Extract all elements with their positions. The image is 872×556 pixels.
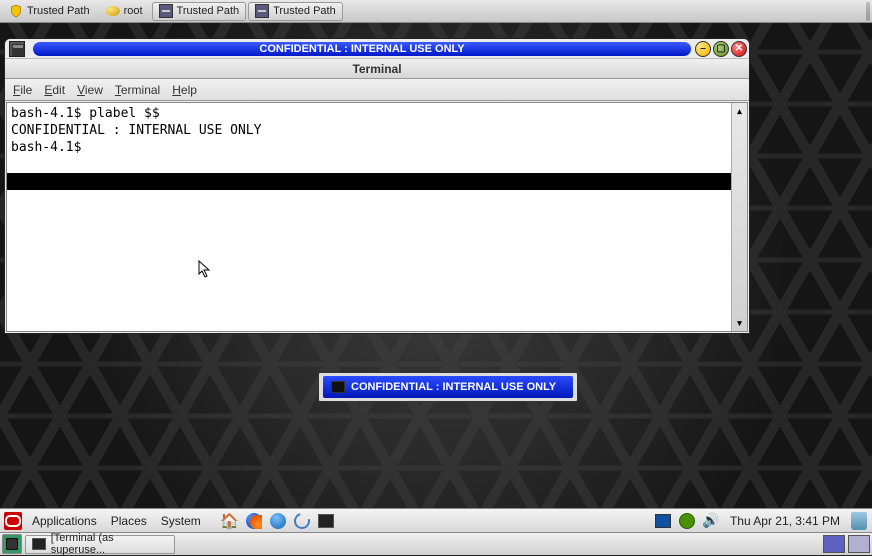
window-menu-icon[interactable]: [9, 41, 25, 57]
trusted-path-button-label: Trusted Path: [177, 5, 240, 17]
display-indicator[interactable]: [653, 511, 673, 531]
minimize-button[interactable]: –: [695, 41, 711, 57]
home-launcher[interactable]: 🏠: [220, 511, 240, 531]
trusted-path-button-1[interactable]: Trusted Path: [152, 2, 247, 21]
terminal-selection: [7, 173, 731, 190]
shield-icon: [9, 4, 23, 18]
reload-launcher[interactable]: [292, 511, 312, 531]
security-label: CONFIDENTIAL : INTERNAL USE ONLY: [259, 43, 464, 55]
root-indicator[interactable]: root: [99, 2, 150, 21]
terminal-line-0: bash-4.1$ plabel $$: [11, 106, 160, 121]
window-title: Terminal: [5, 59, 749, 79]
trusted-path-button-2[interactable]: Trusted Path: [248, 2, 343, 21]
applications-label: Applications: [32, 514, 97, 528]
network-icon: [679, 513, 695, 529]
terminal-launcher[interactable]: [316, 511, 336, 531]
applications-menu[interactable]: Applications: [27, 511, 102, 531]
system-label: System: [161, 514, 201, 528]
window-icon: [159, 4, 173, 18]
network-indicator[interactable]: [677, 511, 697, 531]
window-icon: [255, 4, 269, 18]
terminal-icon: [32, 538, 46, 550]
thunderbird-launcher[interactable]: [268, 511, 288, 531]
floating-security-label[interactable]: CONFIDENTIAL : INTERNAL USE ONLY: [318, 372, 578, 402]
terminal-window: CONFIDENTIAL : INTERNAL USE ONLY – ▢ ✕ T…: [4, 38, 750, 334]
menu-view[interactable]: View: [77, 83, 103, 97]
terminal-icon: [318, 514, 334, 528]
trusted-path-button-label: Trusted Path: [273, 5, 336, 17]
close-button[interactable]: ✕: [731, 41, 747, 57]
volume-indicator[interactable]: 🔊: [701, 511, 721, 531]
terminal-icon: [331, 381, 345, 393]
system-menu[interactable]: System: [156, 511, 206, 531]
clock[interactable]: Thu Apr 21, 3:41 PM: [725, 511, 845, 531]
reload-icon: [291, 510, 313, 532]
gnome-panel-bottom: [Terminal (as superuse...: [0, 532, 872, 555]
panel-handle[interactable]: [866, 2, 870, 21]
oracle-logo-icon: [4, 512, 22, 530]
scrollbar[interactable]: ▴ ▾: [731, 103, 747, 331]
firefox-icon: [246, 513, 262, 529]
terminal-line-1: CONFIDENTIAL : INTERNAL USE ONLY: [11, 123, 261, 138]
menu-help[interactable]: Help: [172, 83, 197, 97]
clock-label: Thu Apr 21, 3:41 PM: [730, 514, 840, 528]
menu-edit[interactable]: Edit: [44, 83, 65, 97]
oracle-menu[interactable]: [3, 511, 23, 531]
taskbar-item-label: [Terminal (as superuse...: [51, 532, 168, 556]
home-icon: 🏠: [220, 512, 239, 530]
taskbar-item-terminal[interactable]: [Terminal (as superuse...: [25, 535, 175, 554]
show-desktop-button[interactable]: [2, 534, 22, 554]
firefox-launcher[interactable]: [244, 511, 264, 531]
root-label: root: [124, 5, 143, 17]
gnome-panel-top: Applications Places System 🏠 🔊 Thu Apr 2…: [0, 508, 872, 532]
workspace-2[interactable]: [848, 535, 870, 553]
scroll-up-icon[interactable]: ▴: [733, 103, 747, 119]
security-stripe: CONFIDENTIAL : INTERNAL USE ONLY: [33, 42, 691, 56]
scroll-down-icon[interactable]: ▾: [733, 315, 747, 331]
trusted-path-label: Trusted Path: [27, 5, 90, 17]
trusted-path-bar: Trusted Path root Trusted Path Trusted P…: [0, 0, 872, 23]
menu-file[interactable]: File: [13, 83, 32, 97]
disk-icon: [106, 6, 120, 16]
monitor-icon: [655, 514, 671, 528]
places-menu[interactable]: Places: [106, 511, 152, 531]
volume-icon: 🔊: [702, 512, 719, 529]
workspace-1[interactable]: [823, 535, 845, 553]
terminal-body[interactable]: bash-4.1$ plabel $$ CONFIDENTIAL : INTER…: [6, 102, 748, 332]
thunderbird-icon: [270, 513, 286, 529]
trash-launcher[interactable]: [849, 511, 869, 531]
floating-label-text: CONFIDENTIAL : INTERNAL USE ONLY: [351, 381, 556, 393]
menu-terminal[interactable]: Terminal: [115, 83, 160, 97]
menubar: File Edit View Terminal Help: [5, 79, 749, 101]
trash-icon: [851, 512, 867, 530]
terminal-content[interactable]: bash-4.1$ plabel $$ CONFIDENTIAL : INTER…: [7, 103, 731, 331]
maximize-button[interactable]: ▢: [713, 41, 729, 57]
titlebar[interactable]: CONFIDENTIAL : INTERNAL USE ONLY – ▢ ✕: [5, 39, 749, 59]
places-label: Places: [111, 514, 147, 528]
trusted-path-shield[interactable]: Trusted Path: [2, 2, 97, 21]
terminal-line-2: bash-4.1$: [11, 140, 89, 155]
